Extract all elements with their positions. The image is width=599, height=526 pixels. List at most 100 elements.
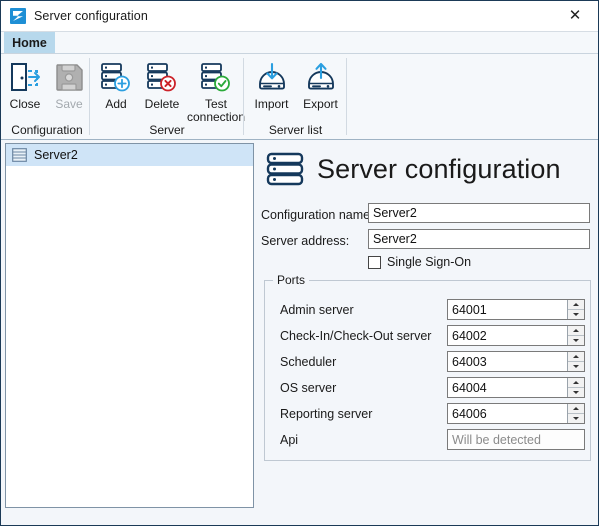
ribbon-group-server-list: Import Export Server list: [245, 54, 346, 139]
close-icon: ✕: [568, 6, 582, 24]
port-value-api: Will be detected: [452, 432, 541, 447]
ribbon-tabstrip: Home: [1, 32, 598, 53]
save-button[interactable]: Save: [47, 56, 91, 111]
port-value-admin-server: 64001: [452, 302, 487, 317]
title-bar: Server configuration ✕: [1, 1, 598, 31]
port-spinner-checkin-checkout-server[interactable]: [567, 326, 584, 345]
port-label-reporting-server: Reporting server: [280, 406, 373, 421]
port-label-admin-server: Admin server: [280, 302, 354, 317]
spinner-down-icon[interactable]: [568, 362, 584, 371]
spinner-down-icon[interactable]: [568, 310, 584, 319]
export-drive-icon: [304, 60, 338, 94]
single-sign-on-checkbox[interactable]: [368, 255, 381, 269]
list-item-label: Server2: [34, 148, 78, 162]
port-value-reporting-server: 64006: [452, 406, 487, 421]
port-input-admin-server[interactable]: 64001: [447, 299, 585, 320]
delete-server-button-label: Delete: [144, 97, 180, 111]
spinner-up-icon[interactable]: [568, 352, 584, 362]
server-address-input[interactable]: Server2: [368, 229, 590, 249]
port-row-scheduler: Scheduler 64003: [265, 351, 590, 372]
port-input-checkin-checkout-server[interactable]: 64002: [447, 325, 585, 346]
ports-groupbox-title: Ports: [273, 273, 310, 287]
ribbon-group-server: Add Delete Test connection Server: [91, 54, 245, 139]
server-delete-icon: [145, 60, 179, 94]
spinner-up-icon[interactable]: [568, 300, 584, 310]
tab-home-label: Home: [12, 35, 47, 50]
configuration-name-input[interactable]: Server2: [368, 203, 590, 223]
page-title: Server configuration: [317, 153, 561, 184]
server-stack-icon: [265, 148, 307, 190]
server-check-icon: [199, 60, 233, 94]
server-address-row: Server address:: [261, 231, 349, 251]
port-row-reporting-server: Reporting server 64006: [265, 403, 590, 424]
detail-header: Server configuration: [257, 143, 595, 195]
server-configuration-window: Server configuration ✕ Home Close Save C…: [0, 0, 599, 526]
app-logo-icon: [10, 8, 26, 24]
window-title: Server configuration: [34, 9, 148, 23]
spinner-up-icon[interactable]: [568, 326, 584, 336]
test-connection-button-label-line2: connection: [186, 110, 246, 124]
ribbon-divider-2: [243, 58, 244, 135]
port-input-reporting-server[interactable]: 64006: [447, 403, 585, 424]
export-button[interactable]: Export: [296, 56, 345, 111]
tab-home[interactable]: Home: [4, 32, 55, 53]
ports-groupbox: Ports Admin server 64001 Check-In/Check-…: [264, 273, 591, 461]
spinner-up-icon[interactable]: [568, 404, 584, 414]
port-label-scheduler: Scheduler: [280, 354, 337, 369]
delete-server-button[interactable]: Delete: [137, 56, 187, 111]
server-address-label: Server address:: [261, 234, 350, 248]
spinner-down-icon[interactable]: [568, 336, 584, 345]
close-button[interactable]: Close: [3, 56, 47, 111]
spinner-down-icon[interactable]: [568, 388, 584, 397]
import-button[interactable]: Import: [247, 56, 296, 111]
configuration-name-label: Configuration name:: [261, 208, 374, 222]
test-connection-button[interactable]: Test connection: [187, 56, 245, 124]
export-button-label: Export: [303, 97, 338, 111]
port-input-os-server[interactable]: 64004: [447, 377, 585, 398]
port-label-os-server: OS server: [280, 380, 337, 395]
port-spinner-os-server[interactable]: [567, 378, 584, 397]
import-button-label: Import: [254, 97, 289, 111]
port-value-os-server: 64004: [452, 380, 487, 395]
port-input-api[interactable]: Will be detected: [447, 429, 585, 450]
server-icon: [12, 148, 27, 162]
configuration-name-value: Server2: [373, 206, 417, 220]
add-server-button-label: Add: [105, 97, 127, 111]
port-row-api: Api Will be detected: [265, 429, 590, 450]
ribbon-group-server-list-label: Server list: [268, 123, 323, 137]
port-label-checkin-checkout-server: Check-In/Check-Out server: [280, 328, 432, 343]
save-button-label: Save: [55, 97, 83, 111]
list-item[interactable]: Server2: [6, 144, 253, 166]
add-server-button[interactable]: Add: [95, 56, 137, 111]
ribbon-group-server-label: Server: [149, 123, 185, 137]
exit-door-icon: [8, 60, 42, 94]
port-value-checkin-checkout-server: 64002: [452, 328, 487, 343]
configuration-name-row: Configuration name:: [261, 205, 374, 225]
ribbon-divider-3: [346, 58, 347, 135]
ribbon-group-configuration-label: Configuration: [11, 123, 83, 137]
close-window-button[interactable]: ✕: [552, 1, 598, 30]
floppy-disk-icon: [52, 60, 86, 94]
close-button-label: Close: [9, 97, 41, 111]
server-address-value: Server2: [373, 232, 417, 246]
port-spinner-reporting-server[interactable]: [567, 404, 584, 423]
single-sign-on-label: Single Sign-On: [387, 255, 472, 269]
port-spinner-scheduler[interactable]: [567, 352, 584, 371]
port-input-scheduler[interactable]: 64003: [447, 351, 585, 372]
port-row-checkin-checkout-server: Check-In/Check-Out server 64002: [265, 325, 590, 346]
server-add-icon: [99, 60, 133, 94]
single-sign-on-row[interactable]: Single Sign-On: [368, 255, 471, 269]
port-row-admin-server: Admin server 64001: [265, 299, 590, 320]
import-drive-icon: [255, 60, 289, 94]
ribbon: Close Save Configuration Add Delete Test…: [1, 53, 598, 140]
spinner-up-icon[interactable]: [568, 378, 584, 388]
port-value-scheduler: 64003: [452, 354, 487, 369]
port-spinner-admin-server[interactable]: [567, 300, 584, 319]
server-list-panel[interactable]: Server2: [5, 143, 254, 508]
spinner-down-icon[interactable]: [568, 414, 584, 423]
ribbon-divider-1: [89, 58, 90, 135]
test-connection-button-label-line1: Test: [205, 97, 228, 111]
port-row-os-server: OS server 64004: [265, 377, 590, 398]
ribbon-group-configuration: Close Save Configuration: [3, 54, 91, 139]
port-label-api: Api: [280, 432, 299, 447]
